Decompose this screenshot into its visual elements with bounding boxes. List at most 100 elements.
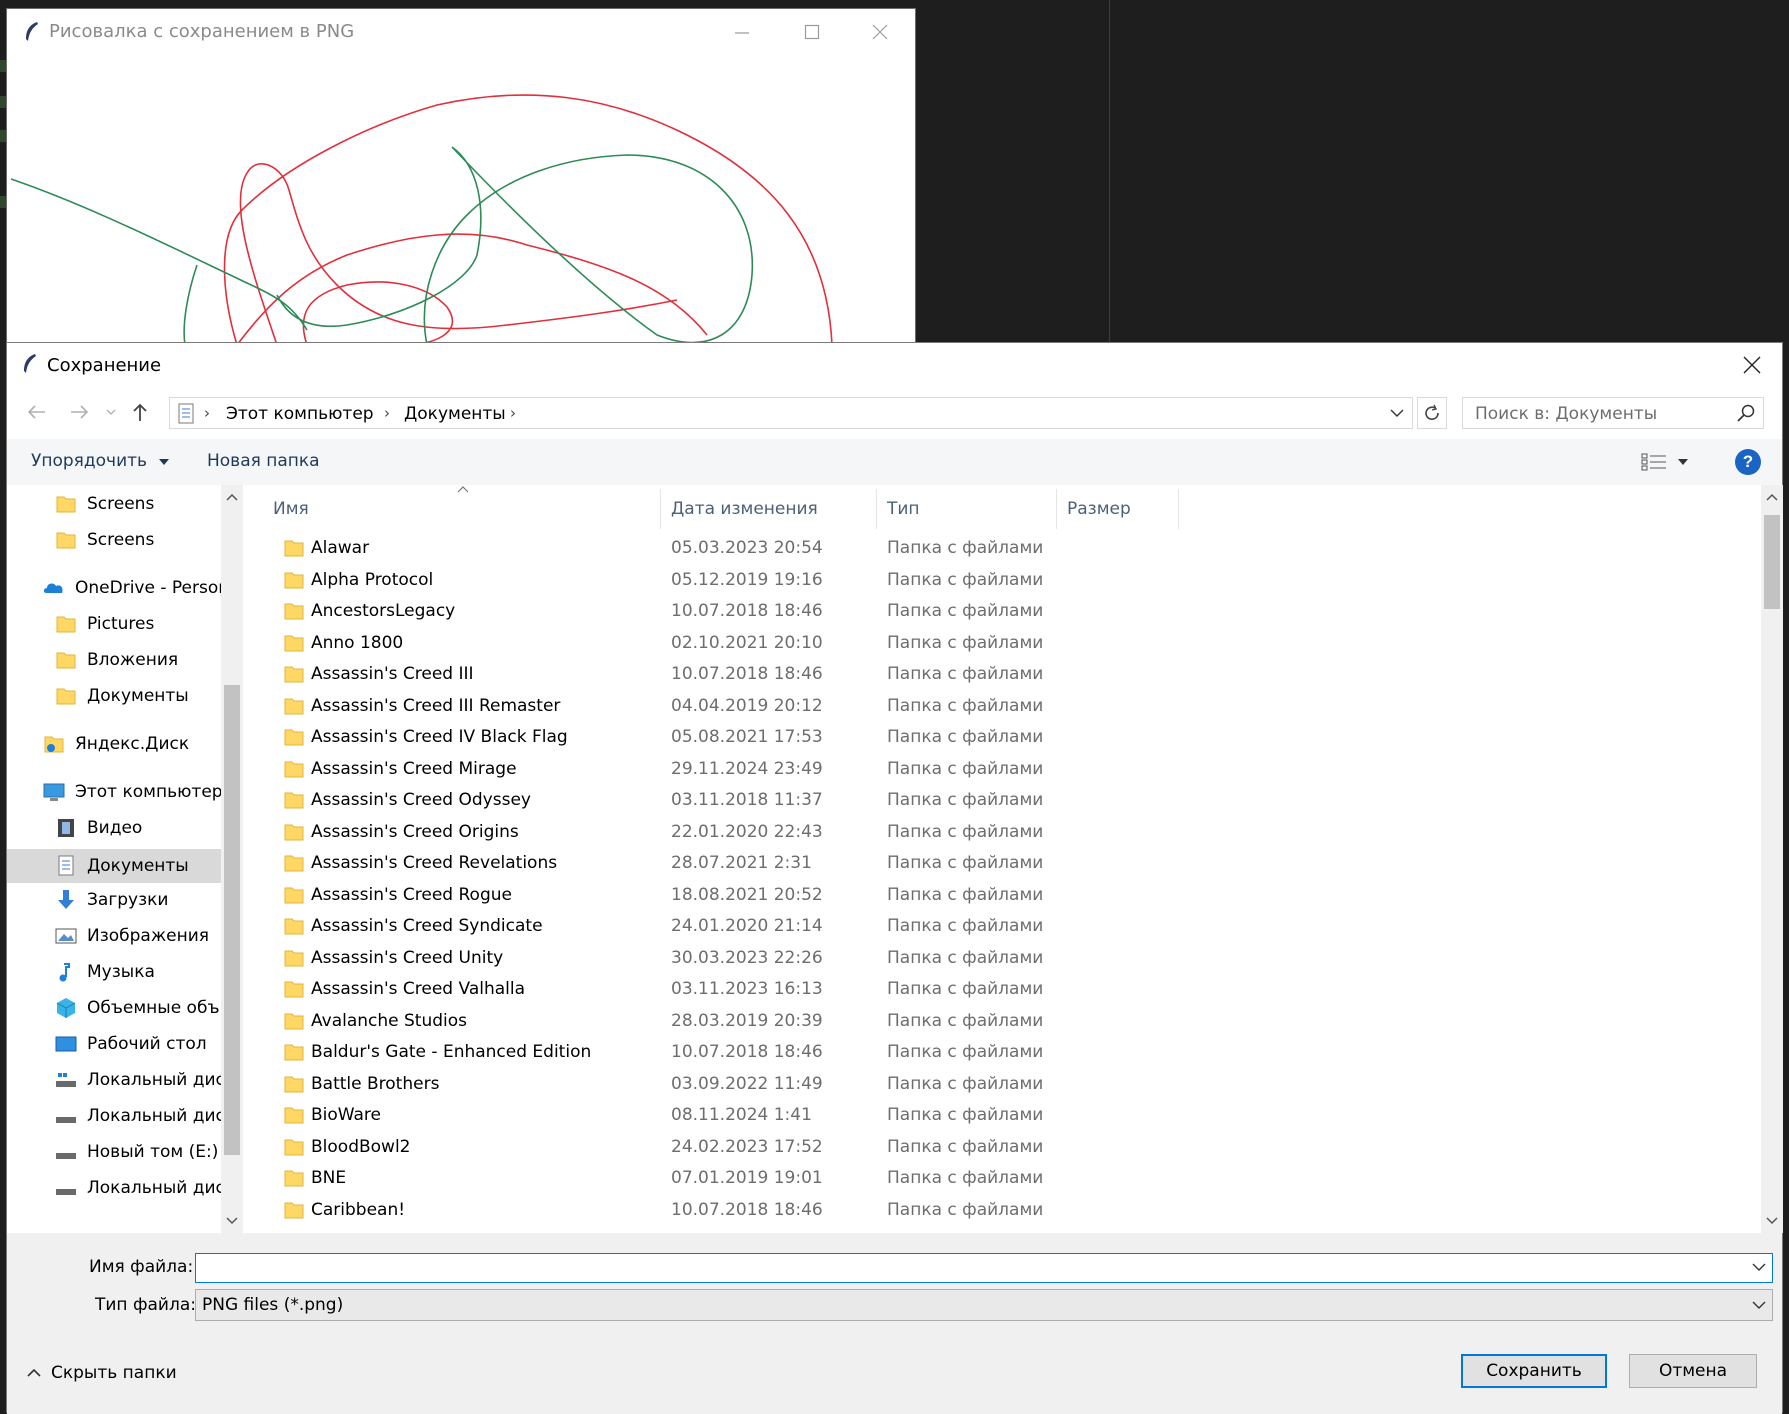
file-row[interactable]: Caribbean! 10.07.2018 18:46 Папка с файлам… — [267, 1195, 1167, 1226]
chevron-down-icon[interactable] — [1752, 1262, 1766, 1272]
file-date: 10.07.2018 18:46 — [671, 664, 823, 684]
nav-item-onedrive[interactable]: OneDrive - Person — [43, 573, 229, 603]
address-bar[interactable]: › Этот компьютер › Документы › — [169, 397, 1413, 429]
file-list-scrollbar[interactable] — [1761, 485, 1783, 1233]
cancel-button[interactable]: Отмена — [1629, 1354, 1757, 1388]
nav-item-attachments[interactable]: Вложения — [55, 645, 178, 675]
chevron-up-icon[interactable] — [226, 493, 238, 501]
nav-item-screens-2[interactable]: Screens — [55, 525, 154, 555]
filename-input[interactable] — [202, 1256, 1736, 1282]
navigation-pane: Screens Screens OneDrive - Person Pictur… — [7, 485, 239, 1233]
nav-item-video[interactable]: Видео — [55, 813, 142, 843]
minimize-icon — [735, 32, 749, 34]
new-folder-button[interactable]: Новая папка — [207, 451, 320, 471]
nav-item-downloads[interactable]: Загрузки — [55, 885, 168, 915]
file-type: Папка с файлами — [887, 790, 1044, 810]
file-row[interactable]: Anno 1800 02.10.2021 20:10 Папка с файлами — [267, 628, 1167, 659]
nav-item-local-disk-c[interactable]: Локальный дис — [55, 1065, 225, 1095]
back-button[interactable] — [21, 397, 51, 427]
save-button[interactable]: Сохранить — [1461, 1354, 1607, 1388]
file-row[interactable]: Assassin's Creed Syndicate 24.01.2020 21:… — [267, 911, 1167, 942]
help-button[interactable]: ? — [1735, 449, 1761, 475]
file-row[interactable]: BloodBowl2 24.02.2023 17:52 Папка с файлам… — [267, 1132, 1167, 1163]
file-name: Battle Brothers — [311, 1073, 440, 1094]
organize-button[interactable]: Упорядочить — [31, 451, 170, 471]
scrollbar-thumb[interactable] — [224, 685, 240, 1155]
nav-item-documents[interactable]: Документы — [7, 849, 221, 883]
hide-folders-button[interactable]: Скрыть папки — [27, 1363, 177, 1383]
chevron-down-icon[interactable] — [1766, 1217, 1778, 1225]
arrow-left-icon — [27, 405, 45, 419]
breadcrumb-this-pc[interactable]: Этот компьютер — [226, 404, 374, 424]
navigation-scrollbar[interactable] — [221, 485, 243, 1233]
nav-item-desktop[interactable]: Рабочий стол — [55, 1029, 207, 1059]
breadcrumb-documents[interactable]: Документы — [404, 404, 506, 424]
view-options-button[interactable] — [1641, 447, 1701, 477]
dialog-close-button[interactable] — [1730, 345, 1774, 385]
refresh-button[interactable] — [1417, 397, 1447, 429]
nav-item-yandex-disk[interactable]: Яндекс.Диск — [43, 729, 189, 759]
nav-item-onedrive-documents[interactable]: Документы — [55, 681, 189, 711]
column-header-size[interactable]: Размер — [1057, 489, 1179, 529]
column-header-date[interactable]: Дата изменения — [661, 489, 877, 529]
forward-button[interactable] — [65, 397, 95, 427]
desktop-icon — [55, 1036, 77, 1052]
documents-icon — [178, 403, 194, 424]
file-row[interactable]: Baldur's Gate - Enhanced Edition 10.07.20… — [267, 1037, 1167, 1068]
file-date: 02.10.2021 20:10 — [671, 632, 823, 653]
file-row[interactable]: BioWare 08.11.2024 1:41 Папка с файлами — [267, 1100, 1167, 1131]
file-row[interactable]: BNE 07.01.2019 19:01 Папка с файлами — [267, 1163, 1167, 1194]
file-row[interactable]: Alawar 05.03.2023 20:54 Папка с файлами — [267, 533, 1167, 564]
nav-item-local-disk-f[interactable]: Локальный дис — [55, 1173, 225, 1203]
feather-icon — [24, 354, 36, 373]
search-icon[interactable] — [1737, 404, 1755, 422]
file-row[interactable]: Assassin's Creed Odyssey 03.11.2018 11:37… — [267, 785, 1167, 816]
up-button[interactable] — [125, 397, 155, 427]
search-input[interactable] — [1473, 400, 1727, 428]
file-row[interactable]: Assassin's Creed Origins 22.01.2020 22:43… — [267, 817, 1167, 848]
column-header-type[interactable]: Тип — [877, 489, 1057, 529]
scrollbar-thumb[interactable] — [1764, 515, 1780, 609]
filetype-select[interactable]: PNG files (*.png) — [195, 1289, 1773, 1321]
red-stroke — [223, 94, 833, 345]
chevron-down-icon[interactable] — [1390, 408, 1404, 418]
close-button[interactable] — [845, 9, 915, 55]
file-row[interactable]: Avalanche Studios 28.03.2019 20:39 Папка с… — [267, 1006, 1167, 1037]
nav-item-pictures[interactable]: Pictures — [55, 609, 154, 639]
filename-field[interactable] — [195, 1253, 1773, 1283]
nav-item-this-pc[interactable]: Этот компьютер — [43, 777, 223, 807]
search-box[interactable] — [1462, 397, 1764, 429]
file-row[interactable]: Assassin's Creed Valhalla 03.11.2023 16:1… — [267, 974, 1167, 1005]
nav-item-3d-objects[interactable]: Объемные объ — [55, 993, 219, 1023]
file-row[interactable]: Assassin's Creed III 10.07.2018 18:46 Папк… — [267, 659, 1167, 690]
nav-item-new-volume-e[interactable]: Новый том (E:) — [55, 1137, 218, 1167]
column-header-name[interactable]: Имя — [263, 486, 661, 529]
file-row[interactable]: Assassin's Creed III Remaster 04.04.2019 … — [267, 691, 1167, 722]
file-row[interactable]: Battle Brothers 03.09.2022 11:49 Папка с ф… — [267, 1069, 1167, 1100]
minimize-button[interactable] — [707, 9, 777, 55]
chevron-down-icon[interactable] — [226, 1217, 238, 1225]
file-row[interactable]: Assassin's Creed Unity 30.03.2023 22:26 Па… — [267, 943, 1167, 974]
folder-icon — [284, 761, 304, 777]
nav-item-screens[interactable]: Screens — [55, 489, 154, 519]
folder-icon — [284, 824, 304, 840]
drawing-canvas[interactable] — [7, 55, 915, 345]
file-row[interactable]: AncestorsLegacy 10.07.2018 18:46 Папка с ф… — [267, 596, 1167, 627]
nav-item-music[interactable]: Музыка — [55, 957, 155, 987]
file-row[interactable]: Alpha Protocol 05.12.2019 19:16 Папка с фа… — [267, 565, 1167, 596]
recent-locations-button[interactable] — [101, 397, 121, 427]
file-date: 10.07.2018 18:46 — [671, 1199, 823, 1220]
file-name: Anno 1800 — [311, 632, 404, 653]
breadcrumb-separator: › — [510, 404, 516, 422]
nav-item-label: OneDrive - Person — [75, 578, 230, 598]
file-row[interactable]: Assassin's Creed Rogue 18.08.2021 20:52 Па… — [267, 880, 1167, 911]
maximize-button[interactable] — [777, 9, 847, 55]
file-row[interactable]: Assassin's Creed IV Black Flag 05.08.2021… — [267, 722, 1167, 753]
file-row[interactable]: Assassin's Creed Mirage 29.11.2024 23:49 П… — [267, 754, 1167, 785]
file-row[interactable]: Assassin's Creed Revelations 28.07.2021 2… — [267, 848, 1167, 879]
command-toolbar: Упорядочить Новая папка ? — [7, 439, 1782, 485]
nav-item-local-disk-d[interactable]: Локальный дис — [55, 1101, 225, 1131]
file-name: Assassin's Creed III Remaster — [311, 695, 561, 716]
nav-item-images[interactable]: Изображения — [55, 921, 209, 951]
chevron-up-icon[interactable] — [1766, 493, 1778, 501]
